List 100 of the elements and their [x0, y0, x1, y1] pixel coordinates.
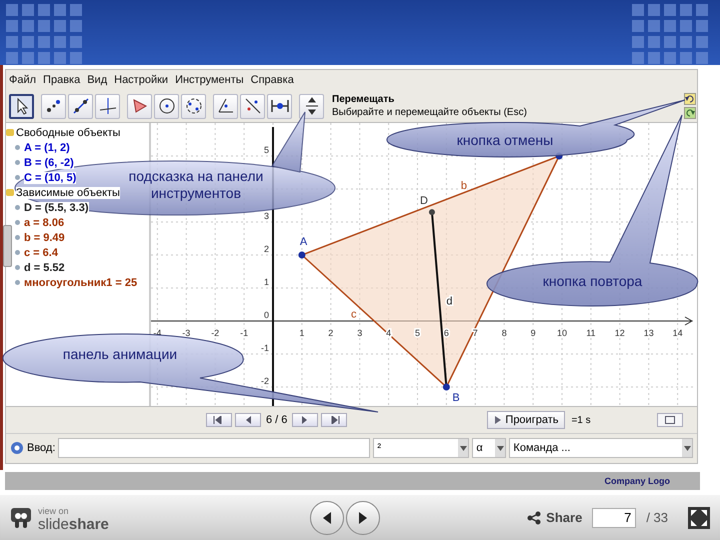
- greek-dropdown[interactable]: α: [472, 438, 506, 458]
- callout-text: кнопка повтора: [542, 273, 644, 290]
- callout-text: панель анимации: [62, 346, 178, 363]
- next-slide-button[interactable]: [346, 500, 380, 534]
- axis-label: 5: [264, 145, 269, 155]
- last-step-button[interactable]: [321, 413, 348, 427]
- axis-label: 5: [415, 328, 420, 338]
- tool-button[interactable]: [213, 94, 238, 118]
- speed-field[interactable]: =1 s: [571, 414, 591, 426]
- axis-label: 1: [264, 277, 269, 287]
- caret-icon: [496, 446, 504, 450]
- tool-button[interactable]: [95, 94, 120, 118]
- first-step-button[interactable]: [206, 413, 232, 427]
- axis-label: -2: [211, 328, 220, 338]
- object-entry[interactable]: b = 9.49: [24, 232, 65, 244]
- visibility-dot-icon[interactable]: [15, 205, 20, 210]
- right-triangle-icon: [357, 510, 369, 524]
- page-total: / 33: [646, 510, 668, 525]
- point-marker[interactable]: [428, 209, 435, 216]
- tool-button[interactable]: [267, 94, 292, 118]
- tool-button[interactable]: [240, 94, 265, 118]
- menu-item[interactable]: Вид: [87, 74, 108, 86]
- input-field[interactable]: [58, 438, 370, 458]
- tool-button[interactable]: [9, 94, 34, 118]
- tool-button[interactable]: [127, 94, 152, 118]
- undo-button[interactable]: [684, 93, 696, 105]
- visibility-dot-icon[interactable]: [15, 220, 20, 225]
- axis-label: 3: [357, 328, 362, 338]
- visibility-dot-icon[interactable]: [15, 160, 20, 165]
- caret-icon: [460, 446, 467, 450]
- left-triangle-icon: [321, 510, 333, 524]
- point-label: A: [300, 236, 308, 248]
- line-icon: [70, 96, 90, 116]
- visibility-dot-icon[interactable]: [15, 280, 20, 285]
- object-entry[interactable]: A = (1, 2): [24, 142, 70, 154]
- play-button[interactable]: Проиграть: [487, 411, 566, 429]
- object-entry[interactable]: d = 5.52: [24, 262, 65, 274]
- play-icon: [494, 416, 502, 424]
- folder-label[interactable]: Свободные объекты: [16, 126, 120, 138]
- axis-label: 7: [472, 328, 478, 338]
- share-button[interactable]: Share: [527, 510, 582, 525]
- slideshare-wordmark[interactable]: slideshare: [38, 518, 109, 530]
- axis-label: 0: [264, 310, 269, 320]
- point-marker[interactable]: [442, 384, 450, 390]
- tool-hint: Выбирайте и перемещайте объекты (Esc): [332, 106, 527, 119]
- menu-item[interactable]: Инструменты: [175, 74, 244, 86]
- reflection-line-icon: [242, 96, 262, 116]
- point-marker[interactable]: [298, 252, 306, 258]
- tool-button[interactable]: [299, 94, 324, 118]
- axis-label: -2: [260, 376, 269, 386]
- window-icon: [665, 416, 675, 424]
- object-entry[interactable]: многоугольник1 = 25: [24, 276, 138, 288]
- previous-slide-button[interactable]: [310, 500, 344, 534]
- share-icon: [527, 510, 542, 524]
- dashed-circle-icon: [184, 96, 204, 116]
- axis-label: 2: [328, 328, 334, 338]
- object-entry[interactable]: D = (5.5, 3.3): [24, 202, 89, 214]
- circle-icon: [156, 96, 176, 116]
- object-entry[interactable]: B = (6, -2): [24, 156, 74, 168]
- menu-item[interactable]: Правка: [43, 74, 80, 86]
- visibility-dot-icon[interactable]: [15, 235, 20, 240]
- redo-button[interactable]: [684, 107, 696, 119]
- folder-icon: [6, 129, 14, 136]
- help-icon[interactable]: [10, 441, 24, 455]
- object-entry[interactable]: c = 6.4: [24, 246, 58, 258]
- visibility-dot-icon[interactable]: [15, 145, 20, 150]
- slideshare-logo-icon[interactable]: [10, 506, 32, 528]
- tool-button[interactable]: [154, 94, 179, 118]
- step-counter: 6 / 6: [265, 414, 288, 426]
- page-number-field[interactable]: 7: [592, 508, 636, 528]
- command-dropdown[interactable]: Команда ...: [509, 438, 693, 458]
- view-on-text[interactable]: view on: [38, 504, 109, 518]
- axis-label: -1: [260, 343, 269, 353]
- folder-label[interactable]: Зависимые объекты: [16, 186, 120, 198]
- axis-label: -1: [240, 328, 248, 338]
- next-step-button[interactable]: [292, 413, 318, 427]
- menu-item[interactable]: Справка: [250, 74, 294, 86]
- visibility-dot-icon[interactable]: [15, 175, 20, 180]
- axis-label: -3: [182, 328, 190, 338]
- tool-name: Перемещать: [332, 93, 396, 106]
- caret-icon: [684, 446, 690, 450]
- symbol-dropdown[interactable]: ²: [373, 438, 470, 458]
- object-entry[interactable]: C = (10, 5): [24, 172, 76, 184]
- folder-icon: [6, 189, 14, 196]
- callout-text: подсказка на панели инструментов: [128, 168, 264, 202]
- tool-button[interactable]: [68, 94, 93, 118]
- window-toggle-button[interactable]: [657, 413, 683, 427]
- panel-handle[interactable]: [3, 225, 12, 267]
- previous-step-button[interactable]: [235, 413, 261, 427]
- tool-button[interactable]: [181, 94, 206, 118]
- segment-label: d: [446, 296, 453, 308]
- menu-item[interactable]: Настройки: [114, 74, 168, 86]
- visibility-dot-icon[interactable]: [15, 265, 20, 270]
- object-entry[interactable]: a = 8.06: [24, 216, 64, 228]
- tool-button[interactable]: [41, 94, 66, 118]
- visibility-dot-icon[interactable]: [15, 250, 20, 255]
- fullscreen-icon[interactable]: [688, 506, 710, 528]
- menu-item[interactable]: Файл: [9, 74, 36, 86]
- undo-icon: [685, 94, 695, 104]
- company-logo-text: Company Logo: [604, 476, 670, 486]
